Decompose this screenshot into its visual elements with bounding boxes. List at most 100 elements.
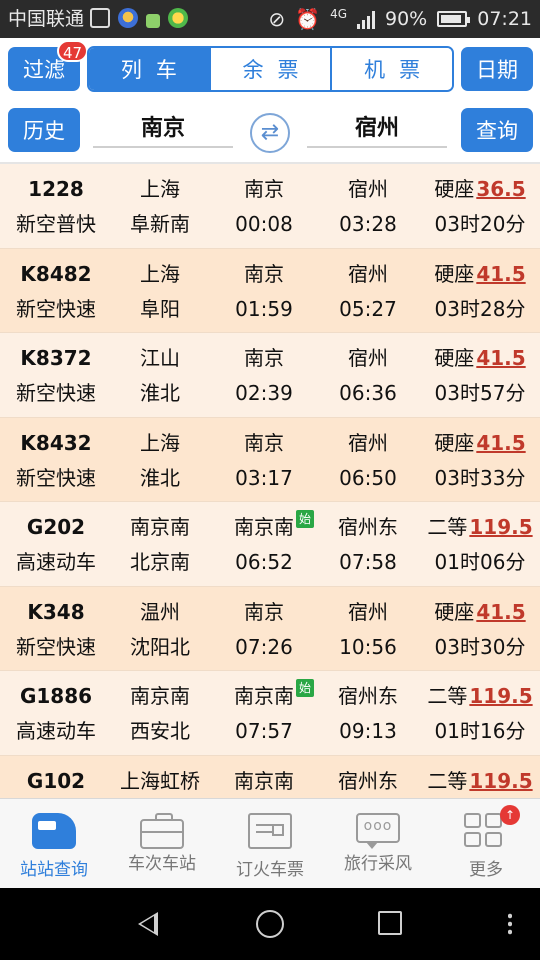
tab-train[interactable]: 列车 [89, 48, 209, 90]
train-row[interactable]: G1886 高速动车 南京南 西安北 南京南 07:57 宿州东 09:13 01时16分 二等 1… [0, 671, 540, 756]
seat-price: 二等 119.5 [420, 683, 540, 709]
date-button[interactable]: 日期 [461, 47, 533, 91]
arrow-up-icon: ↑ [500, 805, 520, 825]
tab-train-station[interactable]: 车次车站 [108, 799, 216, 888]
tab-remaining-tickets[interactable]: 余票 [208, 48, 331, 90]
seat-price: 硬座 41.5 [420, 430, 540, 456]
ticket-price[interactable]: 41.5 [476, 600, 525, 624]
origin-station: 上海虹桥 [120, 768, 200, 793]
tab-label: 更多 [469, 860, 503, 880]
departure-station: 南京 [244, 599, 284, 624]
train-row[interactable]: K8372 新空快速 江山 淮北 南京 02:39 宿州 06:36 03时57分 硬座 41.5 [0, 333, 540, 418]
train-row[interactable]: G202 高速动车 南京南 北京南 南京南 06:52 宿州东 07:58 01时06分 二等 11… [0, 502, 540, 587]
ticket-price[interactable]: 119.5 [469, 515, 532, 539]
mode-segmented-control: 列车 余票 机票 [87, 46, 454, 92]
train-list[interactable]: 1228 新空普快 上海 阜新南 南京 00:08 宿州 03:28 03时20分 硬座 36.5 K… [0, 164, 540, 798]
briefcase-icon [140, 813, 184, 849]
back-icon[interactable] [138, 912, 158, 936]
departure-station: 南京 [244, 261, 284, 286]
ticket-price[interactable]: 41.5 [476, 346, 525, 370]
arrival-time: 06:50 [339, 465, 397, 490]
seat-class: 硬座 [434, 599, 475, 624]
battery-percent: 90% [385, 8, 428, 30]
tab-label: 车次车站 [128, 854, 196, 874]
carrier-name: 中国联通 [8, 8, 85, 30]
seat-class: 二等 [427, 768, 468, 793]
train-row[interactable]: K8432 新空快速 上海 淮北 南京 03:17 宿州 06:50 03时33分 硬座 41.5 [0, 417, 540, 502]
train-row[interactable]: G102 上海虹桥 南京南 宿州东 二等 119.5 [0, 755, 540, 798]
ticket-price[interactable]: 41.5 [476, 262, 525, 286]
train-type: 高速动车 [16, 719, 96, 743]
ticket-price[interactable]: 41.5 [476, 431, 525, 455]
train-number: G1886 [19, 684, 93, 708]
arrival-time: 07:58 [339, 550, 397, 574]
tab-travel[interactable]: 旅行采风 [324, 799, 432, 888]
origin-station-badge: 始 [296, 679, 314, 697]
tab-station-query[interactable]: 站站查询 [0, 799, 108, 888]
train-number: 1228 [28, 177, 84, 201]
departure-time: 07:57 [235, 719, 293, 743]
ticket-price[interactable]: 36.5 [476, 177, 525, 201]
filter-button-label: 过滤 [23, 58, 65, 82]
travel-duration: 01时16分 [434, 719, 526, 743]
recent-apps-icon[interactable] [378, 911, 402, 935]
arrival-station: 宿州 [348, 261, 388, 286]
origin-station: 上海 [140, 430, 180, 455]
battery-icon [437, 11, 471, 27]
travel-duration: 01时06分 [434, 550, 526, 574]
origin-station-badge: 始 [296, 510, 314, 528]
tab-more[interactable]: ↑ 更多 [432, 799, 540, 888]
status-right: ⊘ ⏰ 4G 90% 07:21 [268, 6, 532, 32]
seat-class: 硬座 [434, 177, 475, 201]
departure-station: 南京 [244, 346, 284, 370]
notification-icons [90, 8, 188, 28]
origin-station: 南京南 [130, 515, 190, 539]
tab-book-ticket[interactable]: 订火车票 [216, 799, 324, 888]
train-row[interactable]: 1228 新空普快 上海 阜新南 南京 00:08 宿州 03:28 03时20分 硬座 36.5 [0, 164, 540, 249]
query-button[interactable]: 查询 [461, 108, 533, 152]
bottom-tab-bar: 站站查询 车次车站 订火车票 旅行采风 ↑ 更多 [0, 798, 540, 888]
seat-class: 二等 [427, 515, 468, 539]
train-number: K348 [27, 599, 85, 624]
tab-flight-tickets[interactable]: 机票 [330, 48, 452, 90]
terminal-station: 淮北 [140, 381, 180, 405]
date-button-label: 日期 [476, 58, 518, 82]
train-row[interactable]: K8482 新空快速 上海 阜阳 南京 01:59 宿州 05:27 03时28分 硬座 41.5 [0, 248, 540, 333]
ticket-price[interactable]: 119.5 [469, 684, 532, 708]
travel-duration: 03时20分 [434, 212, 526, 236]
menu-dots-icon[interactable] [508, 912, 512, 936]
system-nav-bar [0, 888, 540, 960]
train-number: K8372 [20, 346, 92, 370]
history-button[interactable]: 历史 [8, 108, 80, 152]
signal-icon [357, 9, 375, 29]
seat-class: 硬座 [434, 346, 475, 370]
arrival-station: 宿州 [348, 430, 388, 455]
from-station-field[interactable]: 南京 [93, 106, 233, 148]
arrival-station: 宿州 [348, 177, 388, 201]
search-bar: 历史 南京 ⇄ 宿州 查询 [0, 100, 540, 162]
ticket-price[interactable]: 119.5 [469, 769, 532, 793]
network-type: 4G [330, 7, 347, 21]
seat-price: 硬座 36.5 [420, 176, 540, 202]
status-bar: 中国联通 ⊘ ⏰ 4G 90% 07:21 [0, 0, 540, 38]
departure-time: 02:39 [235, 381, 293, 405]
arrival-station: 宿州 [348, 599, 388, 624]
to-station-field[interactable]: 宿州 [307, 106, 447, 148]
train-icon [32, 813, 76, 849]
swap-arrows-icon[interactable]: ⇄ [250, 113, 290, 153]
departure-station: 南京南 [234, 768, 294, 793]
tab-flight-tickets-label: 机票 [364, 58, 435, 82]
download-notification-icon [146, 14, 160, 28]
train-row[interactable]: K348 新空快速 温州 沈阳北 南京 07:26 宿州 10:56 03时30分 硬座 41.5 [0, 586, 540, 671]
train-type: 新空快速 [16, 634, 96, 659]
arrival-station: 宿州东 [338, 515, 398, 539]
seat-price: 硬座 41.5 [420, 345, 540, 371]
departure-time: 03:17 [235, 465, 293, 490]
travel-duration: 03时28分 [434, 296, 526, 321]
filter-count-badge: 47 [57, 40, 89, 62]
terminal-station: 阜新南 [130, 212, 190, 236]
chat-bubble-icon [356, 813, 400, 849]
home-icon[interactable] [256, 910, 284, 938]
seat-class: 硬座 [434, 261, 475, 286]
travel-duration: 03时33分 [434, 465, 526, 490]
